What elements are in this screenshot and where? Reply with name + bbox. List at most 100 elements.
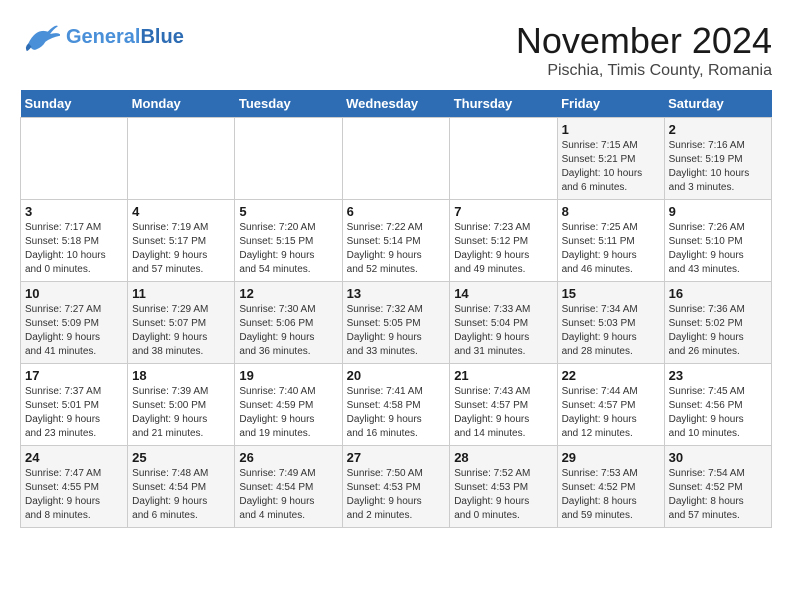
calendar-cell: 6Sunrise: 7:22 AM Sunset: 5:14 PM Daylig…	[342, 200, 450, 282]
calendar-week-row: 17 Sunrise: 7:37 AM Sunset: 5:01 PM Dayli…	[21, 364, 772, 446]
calendar-cell: 29 Sunrise: 7:53 AM Sunset: 4:52 PM Dayli…	[557, 446, 664, 528]
weekday-header-wednesday: Wednesday	[342, 90, 450, 118]
day-number: 30	[669, 450, 767, 465]
calendar-week-row: 3 Sunrise: 7:17 AM Sunset: 5:18 PM Daylig…	[21, 200, 772, 282]
day-number: 11	[132, 286, 230, 301]
day-number: 26	[239, 450, 337, 465]
day-info: Sunrise: 7:49 AM Sunset: 4:54 PM Dayligh…	[239, 467, 337, 523]
day-info: Sunrise: 7:32 AM Sunset: 5:05 PM Dayligh…	[347, 303, 446, 359]
calendar-cell: 4 Sunrise: 7:19 AM Sunset: 5:17 PM Daylig…	[128, 200, 235, 282]
day-number: 3	[25, 204, 123, 219]
day-number: 4	[132, 204, 230, 219]
day-info: Sunrise: 7:26 AM Sunset: 5:10 PM Dayligh…	[669, 221, 767, 277]
day-info: Sunrise: 7:25 AM Sunset: 5:11 PM Dayligh…	[562, 221, 660, 277]
day-number: 1	[562, 122, 660, 137]
day-number: 23	[669, 368, 767, 383]
calendar-table: SundayMondayTuesdayWednesdayThursdayFrid…	[20, 90, 772, 528]
calendar-cell: 9 Sunrise: 7:26 AM Sunset: 5:10 PM Daylig…	[664, 200, 771, 282]
title-section: November 2024 Pischia, Timis County, Rom…	[516, 20, 772, 80]
calendar-week-row: 10Sunrise: 7:27 AM Sunset: 5:09 PM Dayli…	[21, 282, 772, 364]
calendar-cell: 8 Sunrise: 7:25 AM Sunset: 5:11 PM Daylig…	[557, 200, 664, 282]
calendar-cell: 15 Sunrise: 7:34 AM Sunset: 5:03 PM Dayli…	[557, 282, 664, 364]
calendar-cell: 1 Sunrise: 7:15 AM Sunset: 5:21 PM Daylig…	[557, 118, 664, 200]
day-number: 24	[25, 450, 123, 465]
day-number: 22	[562, 368, 660, 383]
day-info: Sunrise: 7:36 AM Sunset: 5:02 PM Dayligh…	[669, 303, 767, 359]
day-info: Sunrise: 7:53 AM Sunset: 4:52 PM Dayligh…	[562, 467, 660, 523]
calendar-cell: 14 Sunrise: 7:33 AM Sunset: 5:04 PM Dayli…	[450, 282, 557, 364]
calendar-cell: 18Sunrise: 7:39 AM Sunset: 5:00 PM Dayli…	[128, 364, 235, 446]
day-info: Sunrise: 7:34 AM Sunset: 5:03 PM Dayligh…	[562, 303, 660, 359]
day-info: Sunrise: 7:44 AM Sunset: 4:57 PM Dayligh…	[562, 385, 660, 441]
day-number: 25	[132, 450, 230, 465]
month-title: November 2024	[516, 20, 772, 62]
logo-icon	[20, 20, 60, 55]
calendar-cell	[450, 118, 557, 200]
day-info: Sunrise: 7:54 AM Sunset: 4:52 PM Dayligh…	[669, 467, 767, 523]
page-header: GeneralBlue November 2024 Pischia, Timis…	[20, 20, 772, 80]
day-number: 10	[25, 286, 123, 301]
day-number: 14	[454, 286, 552, 301]
day-info: Sunrise: 7:23 AM Sunset: 5:12 PM Dayligh…	[454, 221, 552, 277]
day-info: Sunrise: 7:45 AM Sunset: 4:56 PM Dayligh…	[669, 385, 767, 441]
calendar-cell: 20Sunrise: 7:41 AM Sunset: 4:58 PM Dayli…	[342, 364, 450, 446]
day-number: 21	[454, 368, 552, 383]
weekday-header-saturday: Saturday	[664, 90, 771, 118]
day-number: 17	[25, 368, 123, 383]
calendar-cell: 22 Sunrise: 7:44 AM Sunset: 4:57 PM Dayli…	[557, 364, 664, 446]
day-number: 13	[347, 286, 446, 301]
day-info: Sunrise: 7:43 AM Sunset: 4:57 PM Dayligh…	[454, 385, 552, 441]
day-info: Sunrise: 7:48 AM Sunset: 4:54 PM Dayligh…	[132, 467, 230, 523]
day-info: Sunrise: 7:40 AM Sunset: 4:59 PM Dayligh…	[239, 385, 337, 441]
day-info: Sunrise: 7:47 AM Sunset: 4:55 PM Dayligh…	[25, 467, 123, 523]
day-info: Sunrise: 7:33 AM Sunset: 5:04 PM Dayligh…	[454, 303, 552, 359]
calendar-cell: 11 Sunrise: 7:29 AM Sunset: 5:07 PM Dayli…	[128, 282, 235, 364]
calendar-week-row: 1 Sunrise: 7:15 AM Sunset: 5:21 PM Daylig…	[21, 118, 772, 200]
logo: GeneralBlue	[20, 20, 184, 55]
weekday-header-friday: Friday	[557, 90, 664, 118]
day-info: Sunrise: 7:17 AM Sunset: 5:18 PM Dayligh…	[25, 221, 123, 277]
day-info: Sunrise: 7:37 AM Sunset: 5:01 PM Dayligh…	[25, 385, 123, 441]
calendar-cell: 3 Sunrise: 7:17 AM Sunset: 5:18 PM Daylig…	[21, 200, 128, 282]
day-number: 2	[669, 122, 767, 137]
day-number: 8	[562, 204, 660, 219]
day-info: Sunrise: 7:16 AM Sunset: 5:19 PM Dayligh…	[669, 139, 767, 195]
day-number: 28	[454, 450, 552, 465]
calendar-cell: 23 Sunrise: 7:45 AM Sunset: 4:56 PM Dayli…	[664, 364, 771, 446]
calendar-cell: 25 Sunrise: 7:48 AM Sunset: 4:54 PM Dayli…	[128, 446, 235, 528]
day-number: 12	[239, 286, 337, 301]
calendar-cell: 2 Sunrise: 7:16 AM Sunset: 5:19 PM Daylig…	[664, 118, 771, 200]
day-number: 18	[132, 368, 230, 383]
calendar-cell	[342, 118, 450, 200]
day-info: Sunrise: 7:19 AM Sunset: 5:17 PM Dayligh…	[132, 221, 230, 277]
day-number: 15	[562, 286, 660, 301]
weekday-header-tuesday: Tuesday	[235, 90, 342, 118]
day-info: Sunrise: 7:30 AM Sunset: 5:06 PM Dayligh…	[239, 303, 337, 359]
calendar-cell: 21 Sunrise: 7:43 AM Sunset: 4:57 PM Dayli…	[450, 364, 557, 446]
day-number: 7	[454, 204, 552, 219]
calendar-cell: 27 Sunrise: 7:50 AM Sunset: 4:53 PM Dayli…	[342, 446, 450, 528]
calendar-cell: 10Sunrise: 7:27 AM Sunset: 5:09 PM Dayli…	[21, 282, 128, 364]
day-number: 27	[347, 450, 446, 465]
weekday-header-row: SundayMondayTuesdayWednesdayThursdayFrid…	[21, 90, 772, 118]
calendar-cell: 24 Sunrise: 7:47 AM Sunset: 4:55 PM Dayli…	[21, 446, 128, 528]
calendar-cell: 7 Sunrise: 7:23 AM Sunset: 5:12 PM Daylig…	[450, 200, 557, 282]
calendar-cell	[128, 118, 235, 200]
day-number: 9	[669, 204, 767, 219]
calendar-cell: 28 Sunrise: 7:52 AM Sunset: 4:53 PM Dayli…	[450, 446, 557, 528]
calendar-cell: 5Sunrise: 7:20 AM Sunset: 5:15 PM Daylig…	[235, 200, 342, 282]
calendar-cell: 16Sunrise: 7:36 AM Sunset: 5:02 PM Dayli…	[664, 282, 771, 364]
day-number: 20	[347, 368, 446, 383]
calendar-cell	[235, 118, 342, 200]
day-info: Sunrise: 7:15 AM Sunset: 5:21 PM Dayligh…	[562, 139, 660, 195]
day-number: 29	[562, 450, 660, 465]
day-info: Sunrise: 7:52 AM Sunset: 4:53 PM Dayligh…	[454, 467, 552, 523]
day-info: Sunrise: 7:50 AM Sunset: 4:53 PM Dayligh…	[347, 467, 446, 523]
calendar-cell: 17 Sunrise: 7:37 AM Sunset: 5:01 PM Dayli…	[21, 364, 128, 446]
calendar-cell: 12 Sunrise: 7:30 AM Sunset: 5:06 PM Dayli…	[235, 282, 342, 364]
day-info: Sunrise: 7:29 AM Sunset: 5:07 PM Dayligh…	[132, 303, 230, 359]
calendar-cell: 13 Sunrise: 7:32 AM Sunset: 5:05 PM Dayli…	[342, 282, 450, 364]
logo-text: GeneralBlue	[66, 26, 184, 49]
weekday-header-sunday: Sunday	[21, 90, 128, 118]
day-number: 5	[239, 204, 337, 219]
